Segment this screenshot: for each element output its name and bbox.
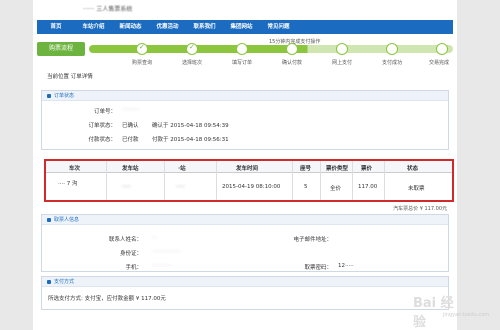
step-label: 支付成功	[381, 60, 402, 66]
header-to: ·站	[178, 166, 186, 172]
step-label: 确认付款	[281, 60, 302, 66]
column-divider	[352, 161, 353, 200]
section-title: 订单状态	[42, 91, 448, 101]
phone-label: 手机：	[125, 265, 142, 271]
ticket-table: 车次 发车站 ·站 发车时间 座号 票价类型 票价 状态 ···· 7 沟 ··…	[44, 159, 454, 202]
cell-train: ···· 7 沟	[58, 181, 78, 187]
cell-seat: 5	[304, 184, 308, 190]
step-label: 填写订单	[231, 60, 252, 66]
pickup-value: 12·····	[338, 263, 354, 269]
watermark-logo: Bai 经验	[413, 296, 454, 330]
step-label: 交易完成	[428, 60, 449, 66]
header-price: 票价	[361, 166, 373, 172]
step-dot-icon	[236, 43, 248, 55]
order-no-value: ··········	[122, 107, 140, 113]
column-divider	[384, 161, 385, 200]
site-title: ······ 三人售票系统	[83, 6, 133, 13]
column-divider	[164, 161, 165, 200]
order-state-time: 确认于 2015-04-18 09:54:39	[152, 123, 229, 129]
nav-item-faq[interactable]: 常见问题	[260, 20, 297, 34]
cell-price: 117.00	[358, 184, 378, 190]
step-dot-icon	[336, 43, 348, 55]
nav-item-contact-us[interactable]: 联系我们	[186, 20, 223, 34]
cell-status: 未取票	[408, 186, 425, 192]
phone-value: ···········	[152, 263, 172, 269]
payment-section: 支付方式 所选支付方式: 支付宝，应付款金额 ¥ 117.00元	[41, 276, 449, 310]
column-divider	[292, 161, 293, 200]
step-dot-icon	[286, 43, 298, 55]
step-label: 购票查询	[131, 60, 152, 66]
column-divider	[106, 161, 107, 200]
email-label: 电子邮件地址：	[293, 237, 332, 243]
contact-name-value: ···	[152, 235, 158, 241]
contact-name-label: 联系人姓名：	[108, 237, 142, 243]
pay-state-label: 付款状态：	[88, 137, 116, 143]
page: ······ 三人售票系统 首页 车站介绍 新闻动态 优惠活动 联系我们 集团网…	[33, 0, 489, 330]
column-divider	[216, 161, 217, 200]
section-title: 支付方式	[42, 277, 448, 287]
payment-text: 所选支付方式: 支付宝，应付款金额 ¥ 117.00元	[48, 296, 166, 302]
header-from: 发车站	[122, 166, 139, 172]
header-fare-type: 票价类型	[326, 166, 349, 172]
id-label: 身份证：	[119, 251, 142, 257]
header-train: 车次	[69, 166, 81, 172]
nav-item-station-intro[interactable]: 车站介绍	[75, 20, 112, 34]
breadcrumb: 当前位置 订单详情	[47, 74, 93, 80]
cell-fare-type: 全价	[330, 186, 342, 192]
order-no-label: 订单号：	[93, 109, 116, 115]
nav-item-news[interactable]: 新闻动态	[112, 20, 149, 34]
header-status: 状态	[407, 166, 419, 172]
header-time: 发车时间	[236, 166, 259, 172]
nav-item-promotions[interactable]: 优惠活动	[149, 20, 186, 34]
purchase-progress: 购票流程 15分钟内完成支付操作 购票查询 选择班次 填写订单 确认付款 网上支…	[37, 38, 453, 68]
step-label: 网上支付	[331, 60, 352, 66]
nav-item-home[interactable]: 首页	[37, 20, 75, 34]
order-state-label: 订单状态：	[88, 123, 116, 129]
main-nav: 首页 车站介绍 新闻动态 优惠活动 联系我们 集团网站 常见问题	[37, 20, 453, 34]
pickup-label: 取票密码：	[304, 265, 332, 271]
step-dot-icon	[386, 43, 398, 55]
cell-from: ·····	[122, 184, 131, 190]
top-bar: ······ 三人售票系统	[33, 0, 457, 14]
order-state-value: 已确认	[122, 123, 139, 129]
nav-item-group-site[interactable]: 集团网站	[223, 20, 260, 34]
payment-row: 所选支付方式: 支付宝，应付款金额 ¥ 117.00元	[48, 294, 166, 302]
watermark-url: jingyan.baidu.com	[443, 312, 490, 318]
section-title: 取票人信息	[42, 215, 448, 225]
pay-state-time: 付款于 2015-04-18 09:56:31	[152, 137, 229, 143]
step-dot-icon	[436, 43, 448, 55]
column-divider	[320, 161, 321, 200]
id-value: ················	[152, 249, 180, 255]
step-label: 选择班次	[181, 60, 202, 66]
order-status-section: 订单状态 订单号： ·········· 订单状态： 已确认 确认于 2015-…	[41, 90, 449, 150]
purchase-flow-button[interactable]: 购票流程	[37, 42, 85, 56]
step-check-icon	[186, 43, 198, 55]
cell-time: 2015-04-19 08:10:00	[222, 184, 281, 190]
cell-to: ·····	[176, 184, 185, 190]
step-check-icon	[136, 43, 148, 55]
pay-state-value: 已付款	[122, 137, 139, 143]
header-seat: 座号	[300, 166, 312, 172]
ticket-total: 汽车票总价 ¥ 117.00元	[393, 206, 447, 212]
contact-section: 取票人信息 联系人姓名： ··· 电子邮件地址： 身份证： ··········…	[41, 214, 449, 272]
